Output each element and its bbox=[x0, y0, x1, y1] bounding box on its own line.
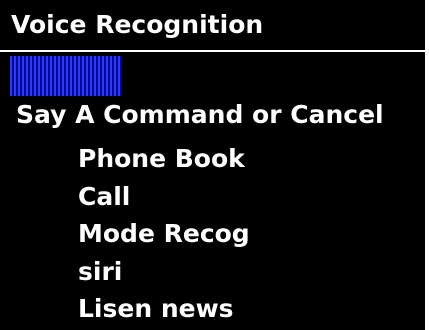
command-list: Phone Book Call Mode Recog siri Lisen ne… bbox=[78, 140, 250, 328]
voice-level-fill bbox=[10, 56, 122, 96]
command-prompt: Say A Command or Cancel bbox=[16, 100, 384, 129]
command-item-siri[interactable]: siri bbox=[78, 253, 250, 291]
command-item-phone-book[interactable]: Phone Book bbox=[78, 140, 250, 178]
command-item-lisen-news[interactable]: Lisen news bbox=[78, 290, 250, 328]
page-title: Voice Recognition bbox=[11, 10, 264, 39]
title-divider bbox=[0, 50, 425, 52]
command-item-call[interactable]: Call bbox=[78, 178, 250, 216]
voice-level-meter bbox=[10, 56, 122, 96]
voice-recognition-screen: Voice Recognition Say A Command or Cance… bbox=[0, 0, 429, 330]
title-bar: Voice Recognition bbox=[0, 0, 425, 50]
command-item-mode-recog[interactable]: Mode Recog bbox=[78, 215, 250, 253]
screen-edge bbox=[425, 0, 429, 330]
